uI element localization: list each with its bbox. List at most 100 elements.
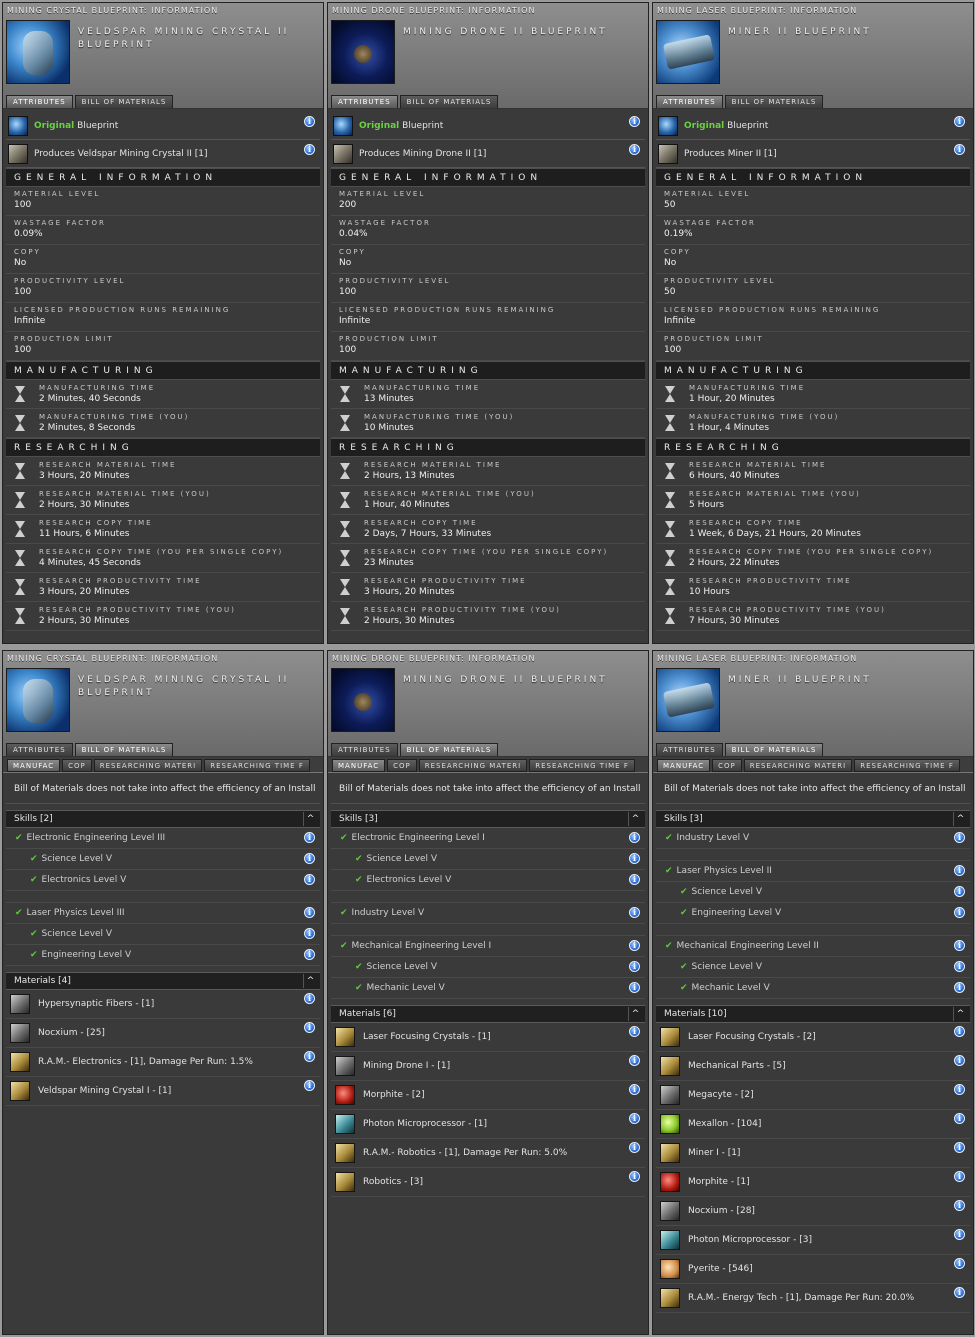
skill-row[interactable]: ✔ Science Level V i xyxy=(331,957,645,978)
skill-row[interactable]: ✔ Electronic Engineering Level III i xyxy=(6,828,320,849)
info-icon[interactable]: i xyxy=(304,853,315,864)
skill-row[interactable]: ✔ Science Level V i xyxy=(656,882,970,903)
info-icon[interactable]: i xyxy=(304,928,315,939)
window-caption[interactable]: Mining Crystal Blueprint: Information xyxy=(7,654,218,663)
info-icon[interactable]: i xyxy=(304,832,315,843)
skill-row[interactable]: ✔ Science Level V i xyxy=(656,957,970,978)
skill-row[interactable]: ✔ Electronics Level V i xyxy=(331,870,645,891)
info-icon[interactable]: i xyxy=(304,993,315,1004)
info-icon[interactable]: i xyxy=(304,1022,315,1033)
tab-bill-of-materials[interactable]: Bill of Materials xyxy=(724,95,824,108)
skill-row[interactable]: ✔ Electronic Engineering Level I i xyxy=(331,828,645,849)
tab-attributes[interactable]: Attributes xyxy=(331,743,398,756)
material-row[interactable]: Mechanical Parts - [5] i xyxy=(656,1052,970,1081)
tab-attributes[interactable]: Attributes xyxy=(656,95,723,108)
tab-bill-of-materials[interactable]: Bill of Materials xyxy=(724,743,824,756)
tab-attributes[interactable]: Attributes xyxy=(6,95,73,108)
material-row[interactable]: R.A.M.- Robotics - [1], Damage Per Run: … xyxy=(331,1139,645,1168)
info-icon[interactable]: i xyxy=(629,982,640,993)
info-icon[interactable]: i xyxy=(954,1258,965,1269)
material-row[interactable]: R.A.M.- Electronics - [1], Damage Per Ru… xyxy=(6,1048,320,1077)
tab-bill-of-materials[interactable]: Bill of Materials xyxy=(74,95,174,108)
material-row[interactable]: Photon Microprocessor - [3] i xyxy=(656,1226,970,1255)
subtab-manufacturing[interactable]: Manufac xyxy=(332,759,386,772)
collapse-icon[interactable]: ^ xyxy=(628,1007,642,1021)
subtab-manufacturing[interactable]: Manufac xyxy=(657,759,711,772)
produces-row[interactable]: Produces Miner II [1] i xyxy=(656,140,970,168)
material-row[interactable]: Photon Microprocessor - [1] i xyxy=(331,1110,645,1139)
info-icon[interactable]: i xyxy=(629,1084,640,1095)
info-icon[interactable]: i xyxy=(954,961,965,972)
info-icon[interactable]: i xyxy=(954,886,965,897)
info-icon[interactable]: i xyxy=(954,1055,965,1066)
collapse-icon[interactable]: ^ xyxy=(953,812,967,826)
info-icon[interactable]: i xyxy=(304,907,315,918)
materials-group-header[interactable]: Materials [6] ^ xyxy=(331,1005,645,1023)
subtab-researching-material[interactable]: Researching Materi xyxy=(743,759,853,772)
subtab-manufacturing[interactable]: Manufac xyxy=(7,759,61,772)
info-icon[interactable]: i xyxy=(954,116,965,127)
material-row[interactable]: Miner I - [1] i xyxy=(656,1139,970,1168)
material-row[interactable]: Robotics - [3] i xyxy=(331,1168,645,1197)
subtab-researching-time[interactable]: Researching Time f xyxy=(204,759,310,772)
skill-row[interactable]: ✔ Laser Physics Level II i xyxy=(656,861,970,882)
info-icon[interactable]: i xyxy=(954,1026,965,1037)
materials-group-header[interactable]: Materials [4] ^ xyxy=(6,972,320,990)
window-caption[interactable]: Mining Laser Blueprint: Information xyxy=(657,6,857,15)
info-icon[interactable]: i xyxy=(304,144,315,155)
material-row[interactable]: Veldspar Mining Crystal I - [1] i xyxy=(6,1077,320,1106)
info-icon[interactable]: i xyxy=(954,1200,965,1211)
produces-row[interactable]: Produces Mining Drone II [1] i xyxy=(331,140,645,168)
skills-group-header[interactable]: Skills [3] ^ xyxy=(656,810,970,828)
material-row[interactable]: Mining Drone I - [1] i xyxy=(331,1052,645,1081)
tab-attributes[interactable]: Attributes xyxy=(6,743,73,756)
skill-row[interactable]: ✔ Engineering Level V i xyxy=(656,903,970,924)
info-icon[interactable]: i xyxy=(304,949,315,960)
skill-row[interactable]: ✔ Mechanical Engineering Level I i xyxy=(331,936,645,957)
window-caption[interactable]: Mining Crystal Blueprint: Information xyxy=(7,6,218,15)
info-icon[interactable]: i xyxy=(629,1055,640,1066)
blueprint-type-row[interactable]: Original Blueprint i xyxy=(331,112,645,140)
info-icon[interactable]: i xyxy=(954,982,965,993)
info-icon[interactable]: i xyxy=(629,940,640,951)
material-row[interactable]: R.A.M.- Energy Tech - [1], Damage Per Ru… xyxy=(656,1284,970,1313)
subtab-researching-time[interactable]: Researching Time f xyxy=(854,759,960,772)
collapse-icon[interactable]: ^ xyxy=(628,812,642,826)
info-icon[interactable]: i xyxy=(629,1171,640,1182)
tab-attributes[interactable]: Attributes xyxy=(656,743,723,756)
collapse-icon[interactable]: ^ xyxy=(303,974,317,988)
tab-attributes[interactable]: Attributes xyxy=(331,95,398,108)
subtab-copying[interactable]: Cop xyxy=(712,759,742,772)
info-icon[interactable]: i xyxy=(629,1142,640,1153)
materials-group-header[interactable]: Materials [10] ^ xyxy=(656,1005,970,1023)
skill-row[interactable]: ✔ Mechanic Level V i xyxy=(331,978,645,999)
tab-bill-of-materials[interactable]: Bill of Materials xyxy=(74,743,174,756)
material-row[interactable]: Mexallon - [104] i xyxy=(656,1110,970,1139)
window-caption[interactable]: Mining Laser Blueprint: Information xyxy=(657,654,857,663)
subtab-researching-material[interactable]: Researching Materi xyxy=(418,759,528,772)
collapse-icon[interactable]: ^ xyxy=(303,812,317,826)
skill-row[interactable]: ✔ Science Level V i xyxy=(6,924,320,945)
material-row[interactable]: Megacyte - [2] i xyxy=(656,1081,970,1110)
skill-row[interactable]: ✔ Science Level V i xyxy=(6,849,320,870)
subtab-copying[interactable]: Cop xyxy=(62,759,92,772)
info-icon[interactable]: i xyxy=(954,144,965,155)
info-icon[interactable]: i xyxy=(304,874,315,885)
blueprint-type-row[interactable]: Original Blueprint i xyxy=(6,112,320,140)
window-caption[interactable]: Mining Drone Blueprint: Information xyxy=(332,654,535,663)
info-icon[interactable]: i xyxy=(304,1051,315,1062)
info-icon[interactable]: i xyxy=(954,1287,965,1298)
window-caption[interactable]: Mining Drone Blueprint: Information xyxy=(332,6,535,15)
skill-row[interactable]: ✔ Electronics Level V i xyxy=(6,870,320,891)
material-row[interactable]: Morphite - [2] i xyxy=(331,1081,645,1110)
collapse-icon[interactable]: ^ xyxy=(953,1007,967,1021)
skill-row[interactable]: ✔ Mechanic Level V i xyxy=(656,978,970,999)
skill-row[interactable]: ✔ Mechanical Engineering Level II i xyxy=(656,936,970,957)
info-icon[interactable]: i xyxy=(954,1229,965,1240)
tab-bill-of-materials[interactable]: Bill of Materials xyxy=(399,743,499,756)
info-icon[interactable]: i xyxy=(954,832,965,843)
material-row[interactable]: Nocxium - [28] i xyxy=(656,1197,970,1226)
info-icon[interactable]: i xyxy=(304,1080,315,1091)
material-row[interactable]: Pyerite - [546] i xyxy=(656,1255,970,1284)
skill-row[interactable]: ✔ Laser Physics Level III i xyxy=(6,903,320,924)
